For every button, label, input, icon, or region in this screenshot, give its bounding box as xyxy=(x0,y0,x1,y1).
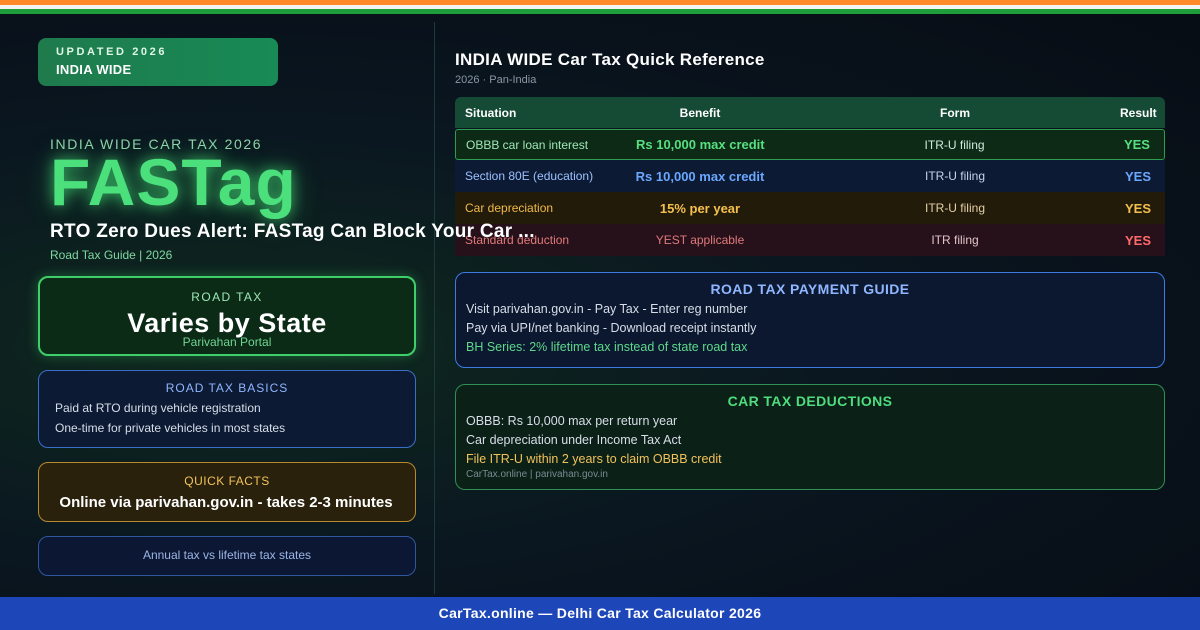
table-row: Section 80E (education) Rs 10,000 max cr… xyxy=(455,160,1165,192)
flag-stripe-green xyxy=(0,9,1200,14)
cell-benefit: Rs 10,000 max credit xyxy=(635,137,765,152)
cell-result: YES xyxy=(1124,200,1151,216)
road-tax-label: ROAD TAX xyxy=(191,290,263,304)
payment-guide-line: Visit parivahan.gov.in - Pay Tax - Enter… xyxy=(466,302,748,316)
headline[interactable]: RTO Zero Dues Alert: FASTag Can Block Yo… xyxy=(50,221,535,243)
cell-situation: Car depreciation xyxy=(465,201,554,215)
cell-benefit: YEST applicable xyxy=(655,233,745,247)
table-header: Situation Benefit Form Result xyxy=(455,97,1165,128)
table-row: Car depreciation 15% per year ITR-U fili… xyxy=(455,192,1165,224)
header-form: Form xyxy=(940,105,970,120)
header-situation: Situation xyxy=(465,105,517,120)
annual-tax-card: Annual tax vs lifetime tax states xyxy=(38,536,416,576)
reference-title: INDIA WIDE Car Tax Quick Reference xyxy=(455,50,765,69)
cell-form: ITR-U filing xyxy=(924,137,985,152)
cell-form: ITR filing xyxy=(931,233,979,247)
header-benefit: Benefit xyxy=(679,105,721,120)
cell-form: ITR-U filing xyxy=(924,201,985,215)
badge-line-2: INDIA WIDE xyxy=(56,62,132,77)
quick-facts-card: QUICK FACTS Online via parivahan.gov.in … xyxy=(38,462,416,522)
table-row: OBBB car loan interest Rs 10,000 max cre… xyxy=(455,129,1165,160)
deductions-line: File ITR-U within 2 years to claim OBBB … xyxy=(466,452,722,466)
table-row: Standard deduction YEST applicable ITR f… xyxy=(455,224,1165,256)
road-tax-basics-card: ROAD TAX BASICS Paid at RTO during vehic… xyxy=(38,370,416,448)
facts-text: Online via parivahan.gov.in - takes 2-3 … xyxy=(59,494,393,511)
footer-banner[interactable]: CarTax.online — Delhi Car Tax Calculator… xyxy=(0,597,1200,630)
column-divider xyxy=(434,22,435,594)
road-tax-card: ROAD TAX Varies by State Parivahan Porta… xyxy=(38,276,416,356)
deductions-line: OBBB: Rs 10,000 max per return year xyxy=(466,414,678,428)
cell-situation: Section 80E (education) xyxy=(465,169,594,183)
updated-badge: UPDATED 2026 INDIA WIDE xyxy=(38,38,278,86)
cell-situation: OBBB car loan interest xyxy=(466,137,589,152)
hero-subline: Road Tax Guide | 2026 xyxy=(50,248,173,262)
hero-title: FASTag xyxy=(50,145,297,219)
cell-result: YES xyxy=(1124,168,1151,184)
payment-guide-box: ROAD TAX PAYMENT GUIDE Visit parivahan.g… xyxy=(455,272,1165,368)
cell-result: YES xyxy=(1123,137,1150,152)
reference-subtitle: 2026 · Pan-India xyxy=(455,74,537,86)
header-result: Result xyxy=(1120,105,1157,120)
payment-guide-line: Pay via UPI/net banking - Download recei… xyxy=(466,321,757,335)
deductions-title: CAR TAX DEDUCTIONS xyxy=(727,393,893,409)
cell-benefit: Rs 10,000 max credit xyxy=(635,168,765,184)
badge-line-1: UPDATED 2026 xyxy=(56,46,168,58)
annual-text: Annual tax vs lifetime tax states xyxy=(142,548,312,562)
payment-guide-line: BH Series: 2% lifetime tax instead of st… xyxy=(466,340,748,354)
basics-title: ROAD TAX BASICS xyxy=(165,381,289,395)
basics-line: One-time for private vehicles in most st… xyxy=(55,421,286,435)
deductions-source: CarTax.online | parivahan.gov.in xyxy=(466,469,608,480)
deductions-line: Car depreciation under Income Tax Act xyxy=(466,433,682,447)
facts-title: QUICK FACTS xyxy=(184,474,270,488)
payment-guide-title: ROAD TAX PAYMENT GUIDE xyxy=(710,281,910,297)
basics-line: Paid at RTO during vehicle registration xyxy=(55,401,261,415)
reference-table: Situation Benefit Form Result OBBB car l… xyxy=(455,97,1165,256)
cell-benefit: 15% per year xyxy=(659,200,741,216)
cell-form: ITR-U filing xyxy=(924,169,985,183)
cell-result: YES xyxy=(1124,232,1151,248)
road-tax-note: Parivahan Portal xyxy=(182,335,272,349)
deductions-box: CAR TAX DEDUCTIONS OBBB: Rs 10,000 max p… xyxy=(455,384,1165,490)
